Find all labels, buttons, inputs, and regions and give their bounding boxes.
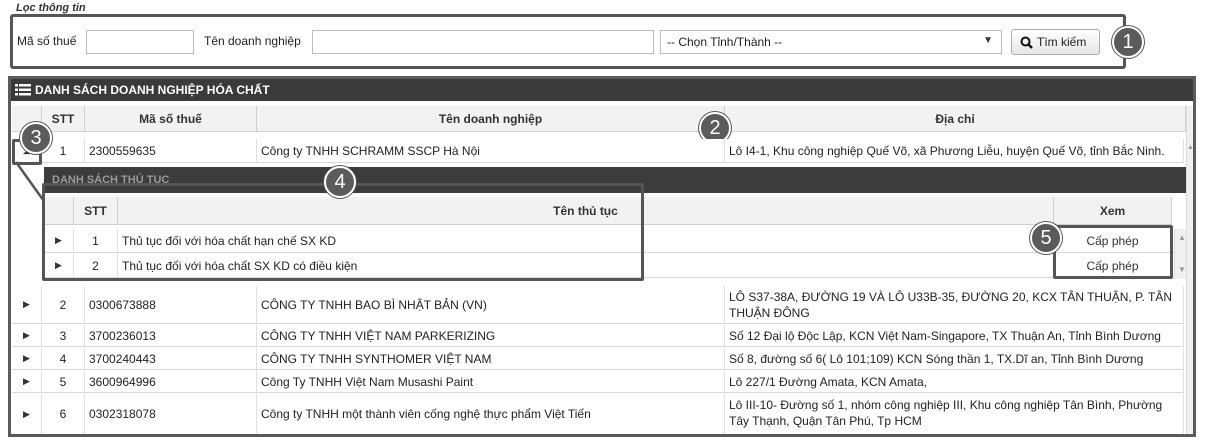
province-select-value: -- Chọn Tỉnh/Thành -- — [667, 35, 783, 49]
expand-arrow-icon[interactable]: ▶ — [12, 371, 42, 392]
row-address: Lô I4-1, Khu công nghiệp Quế Võ, xã Phươ… — [725, 139, 1184, 162]
callout-4: 4 — [324, 166, 356, 198]
column-company-name[interactable]: Tên doanh nghiệp — [257, 106, 725, 132]
table-row[interactable]: ◢ 1 2300559635 Công ty TNHH SCHRAMM SSCP… — [12, 139, 1184, 163]
search-button[interactable]: Tìm kiếm — [1011, 29, 1100, 55]
province-select[interactable]: -- Chọn Tỉnh/Thành -- ▼ — [660, 30, 1002, 54]
expand-arrow-icon[interactable]: ▶ — [12, 286, 42, 323]
grid-scrollbar[interactable]: ▲ — [1186, 106, 1194, 434]
row-tax-code: 0302318078 — [85, 394, 257, 434]
expand-arrow-icon[interactable]: ▶ — [12, 325, 42, 346]
row-company-name: Công ty TNHH SCHRAMM SSCP Hà Nội — [257, 139, 725, 162]
row-tax-code: 2300559635 — [85, 139, 257, 162]
scroll-up-icon[interactable]: ▲ — [1187, 144, 1194, 151]
company-grid-title: DANH SÁCH DOANH NGHIỆP HÓA CHẤT — [35, 83, 270, 97]
row-company-name: CÔNG TY TNHH VIỆT NAM PARKERIZING — [257, 325, 725, 346]
row-stt: 6 — [42, 394, 85, 434]
row-company-name: Công Ty TNHH Việt Nam Musashi Paint — [257, 371, 725, 392]
license-highlight — [1053, 225, 1173, 279]
expand-arrow-icon[interactable]: ▶ — [12, 394, 42, 434]
row-address: Lô 227/1 Đường Amata, KCN Amata, — [725, 371, 1184, 392]
company-name-input[interactable] — [312, 30, 654, 54]
company-name-label: Tên doanh nghiệp — [204, 34, 301, 48]
detail-column-view[interactable]: Xem — [1054, 197, 1172, 225]
row-address: Số 8, đường số 6( Lô 101;109) KCN Sóng t… — [725, 348, 1184, 369]
row-tax-code: 0300673888 — [85, 286, 257, 323]
row-stt: 4 — [42, 348, 85, 369]
row-stt: 3 — [42, 325, 85, 346]
table-row[interactable]: ▶ 2 0300673888 CÔNG TY TNHH BAO BÌ NHẬT … — [12, 286, 1184, 324]
row-company-name: Công ty TNHH một thành viên cống nghệ th… — [257, 394, 725, 434]
table-row[interactable]: ▶ 4 3700240443 CÔNG TY TNHH SYNTHOMER VI… — [12, 348, 1184, 370]
column-tax-code[interactable]: Mã số thuế — [85, 106, 257, 132]
filter-title: Lọc thông tin — [16, 2, 86, 14]
callout-5: 5 — [1030, 222, 1062, 254]
scroll-up-icon[interactable]: ▲ — [1178, 233, 1186, 242]
row-address: Số 12 Đại lộ Độc Lập, KCN Việt Nam-Singa… — [725, 325, 1184, 346]
callout-3: 3 — [20, 122, 52, 154]
row-tax-code: 3700236013 — [85, 325, 257, 346]
search-button-label: Tìm kiếm — [1037, 35, 1087, 49]
row-stt: 5 — [42, 371, 85, 392]
row-tax-code: 3600964996 — [85, 371, 257, 392]
list-icon — [15, 84, 31, 96]
row-company-name: CÔNG TY TNHH BAO BÌ NHẬT BẢN (VN) — [257, 286, 725, 323]
scroll-down-icon[interactable]: ▼ — [1178, 265, 1186, 274]
row-address: LÔ S37-38A, ĐƯỜNG 19 VÀ LÔ U33B-35, ĐƯỜN… — [725, 286, 1184, 323]
tax-code-label: Mã số thuế — [17, 34, 77, 48]
row-company-name: CÔNG TY TNHH SYNTHOMER VIỆT NAM — [257, 348, 725, 369]
table-row[interactable]: ▶ 3 3700236013 CÔNG TY TNHH VIỆT NAM PAR… — [12, 325, 1184, 347]
row-stt: 2 — [42, 286, 85, 323]
row-tax-code: 3700240443 — [85, 348, 257, 369]
search-icon — [1020, 36, 1033, 49]
chevron-down-icon: ▼ — [983, 35, 993, 46]
callout-1: 1 — [1112, 26, 1144, 58]
table-row[interactable]: ▶ 6 0302318078 Công ty TNHH một thành vi… — [12, 394, 1184, 434]
table-row[interactable]: ▶ 5 3600964996 Công Ty TNHH Việt Nam Mus… — [12, 371, 1184, 393]
tax-code-input[interactable] — [86, 30, 194, 54]
expand-arrow-icon[interactable]: ▶ — [12, 348, 42, 369]
row-address: Lô III-10- Đường số 1, nhóm công nghiệp … — [725, 394, 1184, 434]
company-grid-header: DANH SÁCH DOANH NGHIỆP HÓA CHẤT — [11, 79, 1193, 101]
column-address[interactable]: Địa chỉ — [725, 106, 1186, 132]
